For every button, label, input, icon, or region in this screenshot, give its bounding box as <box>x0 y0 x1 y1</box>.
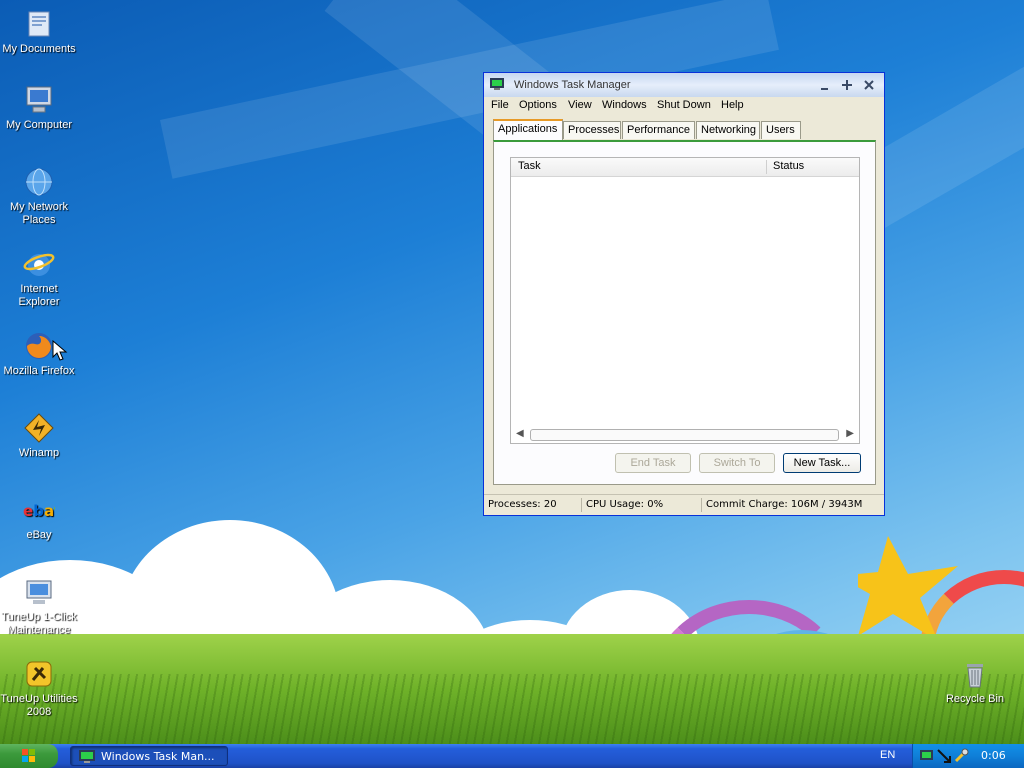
taskbar-button-label: Windows Task Man... <box>101 750 215 763</box>
desktop-icon-ebay[interactable]: ebay eBay <box>0 494 78 542</box>
tuneup-maintenance-icon <box>23 576 55 608</box>
status-bar: Processes: 20 CPU Usage: 0% Commit Charg… <box>484 494 884 515</box>
network-arrow-icon[interactable] <box>936 748 952 764</box>
tuneup-utilities-icon <box>23 658 55 690</box>
desktop-icon-label: Internet Explorer <box>18 283 60 308</box>
winamp-icon <box>23 412 55 444</box>
desktop-icon-tuneup-utilities[interactable]: TuneUp Utilities 2008 <box>0 658 78 719</box>
status-cpu-usage: CPU Usage: 0% <box>586 499 664 510</box>
desktop-icon-internet-explorer[interactable]: Internet Explorer <box>0 248 78 309</box>
tab-performance[interactable]: Performance <box>622 121 695 139</box>
minimize-button[interactable] <box>818 78 832 92</box>
task-manager-icon <box>490 78 504 90</box>
recycle-bin-icon <box>959 658 991 690</box>
desktop-icon-tuneup-maintenance[interactable]: TuneUp 1-Click Maintenance <box>0 576 78 637</box>
menu-bar: File Options View Windows Shut Down Help <box>484 97 884 115</box>
menu-file[interactable]: File <box>491 99 509 111</box>
menu-options[interactable]: Options <box>519 99 557 111</box>
desktop-icon-winamp[interactable]: Winamp <box>0 412 78 460</box>
switch-to-button[interactable]: Switch To <box>699 453 775 473</box>
status-commit-charge: Commit Charge: 106M / 3943M <box>706 499 863 510</box>
desktop-icon-my-computer[interactable]: My Computer <box>0 84 78 132</box>
taskbar: Windows Task Man... EN 0:06 <box>0 744 1024 768</box>
desktop-icon-recycle-bin[interactable]: Recycle Bin <box>936 658 1014 706</box>
internet-explorer-icon <box>23 248 55 280</box>
desktop-icon-my-network-places[interactable]: My Network Places <box>0 166 78 227</box>
task-list[interactable]: Task Status ◀ ▶ <box>510 157 860 444</box>
system-tray: 0:06 <box>912 744 1024 768</box>
close-icon <box>864 80 874 90</box>
applications-panel: Task Status ◀ ▶ End Task Switch To New T… <box>493 140 876 485</box>
desktop-icon-label: TuneUp Utilities 2008 <box>0 693 78 718</box>
clock[interactable]: 0:06 <box>981 749 1006 762</box>
desktop-icon-label: My Documents <box>2 43 76 55</box>
start-button[interactable] <box>0 744 58 768</box>
maximize-icon <box>842 80 852 90</box>
scroll-right-icon[interactable]: ▶ <box>846 428 854 439</box>
task-manager-window[interactable]: Windows Task Manager File Options View W… <box>483 72 885 516</box>
star-shape <box>858 536 958 641</box>
minimize-icon <box>821 88 828 90</box>
tab-users[interactable]: Users <box>761 121 801 139</box>
task-manager-icon <box>79 750 95 763</box>
desktop-icon-label: Mozilla Firefox <box>3 365 75 377</box>
scrollbar-thumb[interactable] <box>530 429 839 441</box>
tab-processes[interactable]: Processes <box>563 121 621 139</box>
column-separator[interactable] <box>766 160 767 174</box>
tab-applications[interactable]: Applications <box>493 119 563 140</box>
svg-text:ebay: ebay <box>23 502 55 520</box>
task-list-header: Task Status <box>511 158 859 177</box>
grass-blades <box>0 674 1024 744</box>
end-task-button[interactable]: End Task <box>615 453 691 473</box>
folder-documents-icon <box>23 8 55 40</box>
status-separator <box>581 498 582 512</box>
scroll-left-icon[interactable]: ◀ <box>516 428 524 439</box>
network-globe-icon <box>23 166 55 198</box>
maximize-button[interactable] <box>840 78 854 92</box>
desktop-icon-label: My Network Places <box>9 201 69 226</box>
windows-logo-icon <box>22 749 35 762</box>
language-indicator[interactable]: EN <box>880 749 895 761</box>
close-button[interactable] <box>862 78 876 92</box>
status-processes: Processes: 20 <box>488 499 557 510</box>
menu-windows[interactable]: Windows <box>602 99 647 111</box>
status-separator <box>701 498 702 512</box>
firefox-icon <box>23 330 55 362</box>
desktop-icon-label: TuneUp 1-Click Maintenance <box>1 611 77 636</box>
window-title: Windows Task Manager <box>514 79 631 91</box>
desktop-icon-label: Winamp <box>18 447 60 459</box>
mouse-cursor-icon <box>52 340 68 361</box>
horizontal-scrollbar[interactable]: ◀ ▶ <box>511 425 859 443</box>
new-task-button[interactable]: New Task... <box>783 453 861 473</box>
title-bar[interactable]: Windows Task Manager <box>484 73 884 97</box>
desktop-icon-label: eBay <box>26 529 52 541</box>
ebay-icon: ebay <box>23 494 64 526</box>
desktop-icon-label: Recycle Bin <box>945 693 1005 705</box>
safely-remove-hardware-icon[interactable] <box>953 748 969 764</box>
column-header-task[interactable]: Task <box>518 160 541 172</box>
tab-networking[interactable]: Networking <box>696 121 760 139</box>
menu-shut-down[interactable]: Shut Down <box>657 99 711 111</box>
desktop-icon-my-documents[interactable]: My Documents <box>0 8 78 56</box>
menu-help[interactable]: Help <box>721 99 744 111</box>
computer-icon <box>23 84 55 116</box>
menu-view[interactable]: View <box>568 99 592 111</box>
task-manager-tray-icon[interactable] <box>919 748 935 764</box>
desktop-icon-label: My Computer <box>5 119 73 131</box>
taskbar-button-task-manager[interactable]: Windows Task Man... <box>70 746 228 766</box>
column-header-status[interactable]: Status <box>773 160 804 172</box>
